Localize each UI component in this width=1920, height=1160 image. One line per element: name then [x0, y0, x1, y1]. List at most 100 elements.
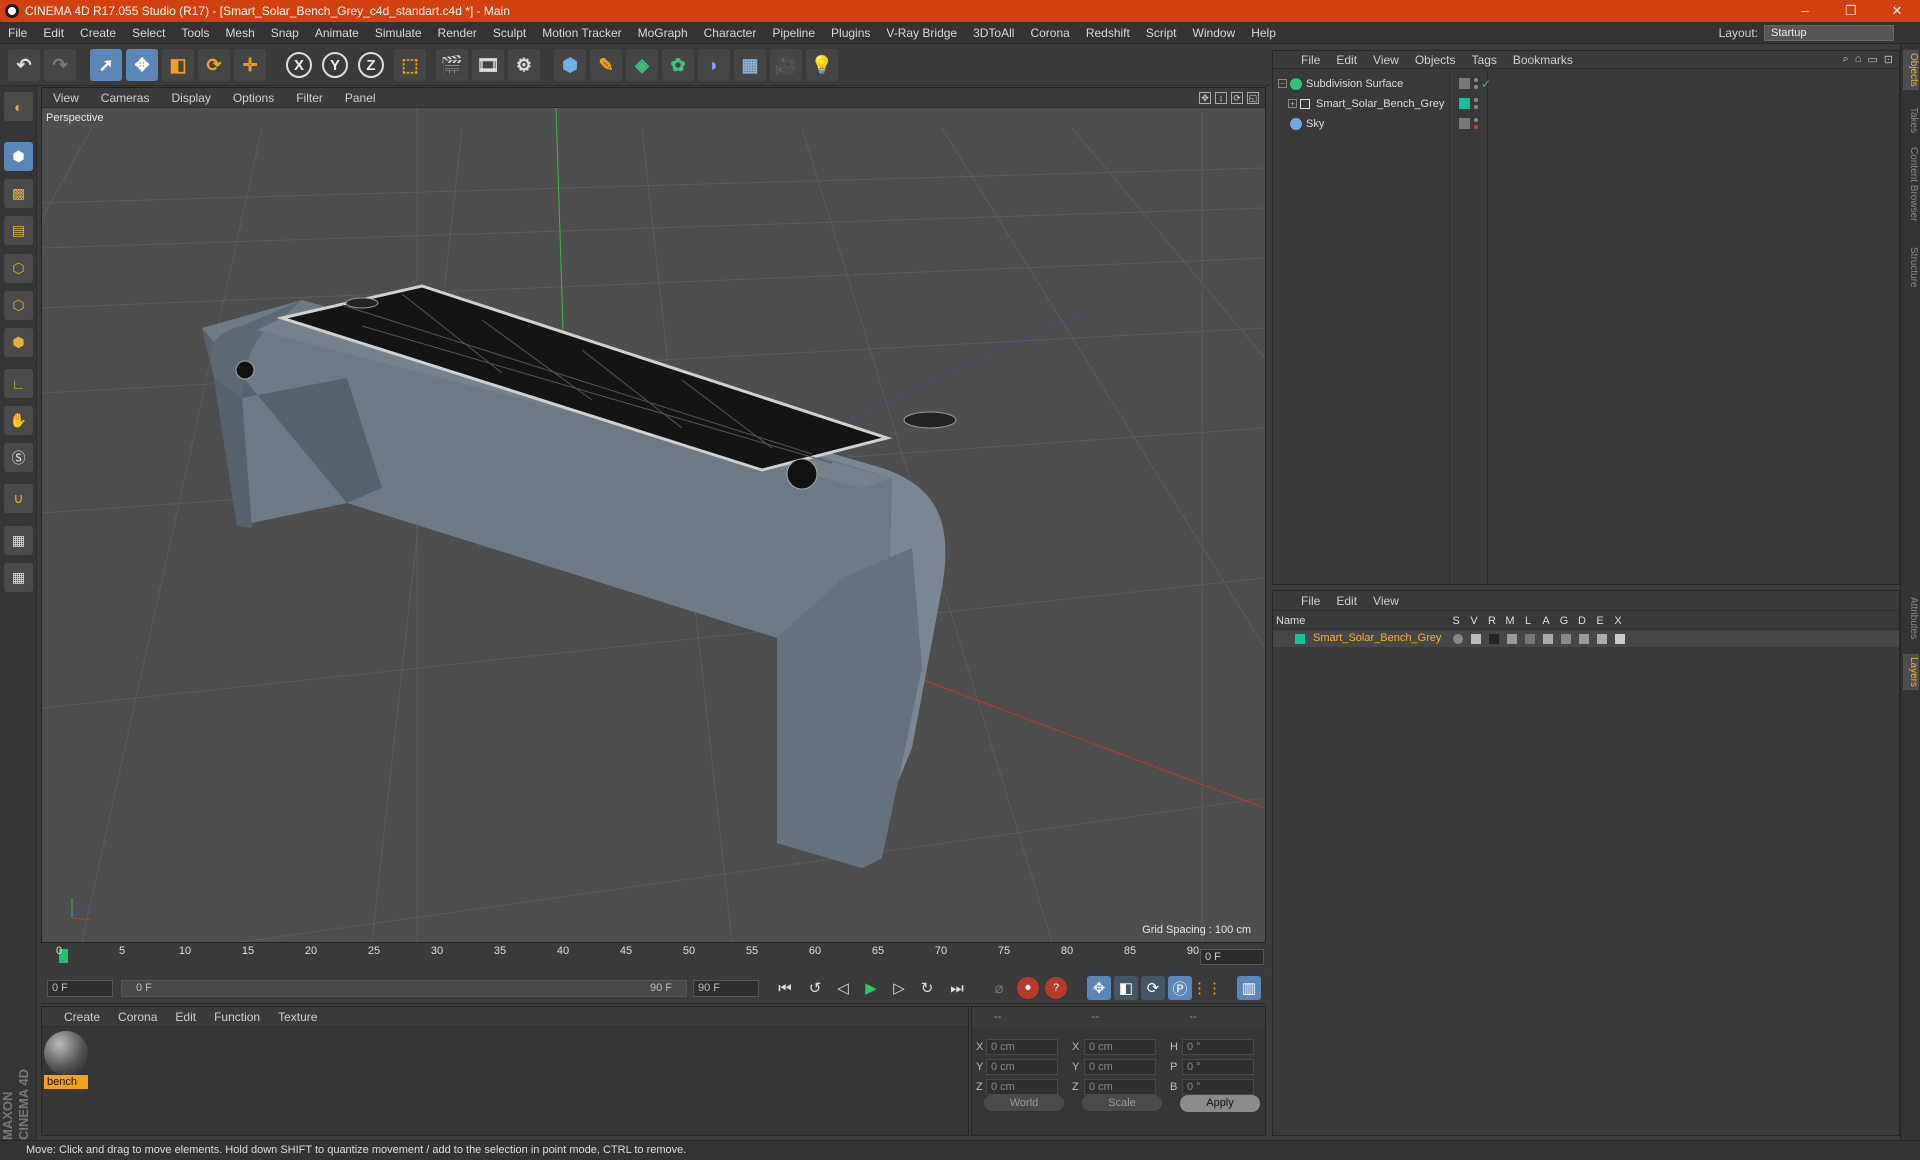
viewport-menu-options[interactable]: Options	[222, 91, 285, 105]
view-eye-icon[interactable]	[1471, 634, 1481, 644]
magnet-icon[interactable]: ∪	[4, 484, 33, 513]
object-menu-bookmarks[interactable]: Bookmarks	[1505, 53, 1581, 67]
size-y-field[interactable]: 0 cm	[1084, 1059, 1156, 1075]
collapse-icon[interactable]: −	[1278, 79, 1287, 88]
workplane-mode-icon[interactable]: ▤	[4, 216, 33, 245]
key-pla-icon[interactable]: ⋮⋮	[1192, 976, 1222, 1000]
generators-icon[interactable]	[1561, 634, 1571, 644]
render-visibility-dot[interactable]	[1474, 105, 1478, 109]
menu-corona[interactable]: Corona	[1022, 26, 1077, 40]
material-menu-texture[interactable]: Texture	[269, 1010, 326, 1024]
menu-select[interactable]: Select	[124, 26, 173, 40]
scale-tool-icon[interactable]: ◧	[162, 49, 194, 81]
pan-view-icon[interactable]: ✥	[1199, 91, 1211, 104]
menu-sculpt[interactable]: Sculpt	[485, 26, 534, 40]
position-y-field[interactable]: 0 cm	[986, 1059, 1058, 1075]
axis-mode-icon[interactable]: ∟	[4, 369, 33, 398]
menu-redshift[interactable]: Redshift	[1078, 26, 1138, 40]
light-icon[interactable]: 💡	[806, 49, 838, 81]
menu-tools[interactable]: Tools	[173, 26, 217, 40]
rotation-b-field[interactable]: 0 °	[1182, 1079, 1254, 1095]
rotation-p-field[interactable]: 0 °	[1182, 1059, 1254, 1075]
tab-attributes[interactable]: Attributes	[1903, 594, 1919, 642]
subdivision-surface-icon[interactable]: ◈	[626, 49, 658, 81]
menu-mesh[interactable]: Mesh	[217, 26, 262, 40]
deformers-icon[interactable]	[1579, 634, 1589, 644]
polygons-mode-icon[interactable]: ⬢	[4, 328, 33, 357]
material-menu-create[interactable]: Create	[42, 1010, 109, 1024]
object-row-bench[interactable]: + Smart_Solar_Bench_Grey	[1273, 94, 1899, 113]
tab-objects[interactable]: Objects	[1903, 50, 1919, 90]
snap-icon[interactable]: Ⓢ	[4, 443, 33, 472]
current-frame-field[interactable]: 0 F	[1200, 949, 1264, 965]
x-axis-lock-button[interactable]: X	[286, 52, 312, 78]
enabled-check-icon[interactable]: ✓	[1481, 77, 1491, 91]
search-icon[interactable]: ⌕	[1843, 53, 1849, 66]
render-view-icon[interactable]: 🎬	[436, 49, 468, 81]
toggle-layout-icon[interactable]: ◱	[1247, 91, 1259, 104]
deformer-icon[interactable]: ◗	[698, 49, 730, 81]
manager-icon[interactable]	[1507, 634, 1517, 644]
z-axis-lock-button[interactable]: Z	[358, 52, 384, 78]
floor-object-icon[interactable]: ▦	[734, 49, 766, 81]
layer-menu-view[interactable]: View	[1365, 594, 1407, 608]
material-menu-function[interactable]: Function	[205, 1010, 269, 1024]
layer-color-swatch[interactable]	[1295, 634, 1305, 644]
layer-row[interactable]: Smart_Solar_Bench_Grey	[1273, 631, 1899, 647]
menu-window[interactable]: Window	[1185, 26, 1244, 40]
tab-content-browser[interactable]: Content Browser	[1903, 144, 1919, 224]
y-axis-lock-button[interactable]: Y	[322, 52, 348, 78]
object-row-sky[interactable]: Sky	[1273, 114, 1899, 133]
size-z-field[interactable]: 0 cm	[1084, 1079, 1156, 1095]
expand-icon[interactable]: +	[1288, 99, 1297, 108]
record-keys-off-icon[interactable]: ⌀	[987, 976, 1011, 1000]
camera-icon[interactable]: 🎥	[770, 49, 802, 81]
preview-range-slider[interactable]: 0 F 90 F	[121, 980, 687, 997]
layer-menu-file[interactable]: File	[1293, 594, 1328, 608]
home-icon[interactable]: ⌂	[1855, 53, 1862, 66]
cube-object-icon[interactable]: ⬢	[554, 49, 586, 81]
texture-mode-icon[interactable]: ▩	[4, 179, 33, 208]
undo-icon[interactable]: ↶	[8, 49, 40, 81]
go-to-end-icon[interactable]: ⏭	[945, 976, 969, 1000]
render-visibility-dot[interactable]	[1474, 125, 1478, 129]
close-button[interactable]: ✕	[1874, 3, 1920, 19]
move-tool-icon[interactable]: ✥	[126, 49, 158, 81]
position-z-field[interactable]: 0 cm	[986, 1079, 1058, 1095]
menu-help[interactable]: Help	[1243, 26, 1284, 40]
object-row-subdivision-surface[interactable]: − Subdivision Surface ✓	[1273, 74, 1899, 93]
timeline[interactable]: 0 5 10 15 20 25 30 35 40 45 50 55 60 65 …	[41, 943, 1266, 969]
viewport-menu-view[interactable]: View	[42, 91, 90, 105]
viewport-menu-cameras[interactable]: Cameras	[90, 91, 161, 105]
previous-key-icon[interactable]: ↺	[803, 976, 827, 1000]
tweak-mode-icon[interactable]: ✋	[4, 406, 33, 435]
menu-simulate[interactable]: Simulate	[367, 26, 430, 40]
lock-icon[interactable]: ▭	[1867, 53, 1877, 66]
maximize-button[interactable]: ❐	[1828, 3, 1874, 19]
tab-structure[interactable]: Structure	[1903, 244, 1919, 291]
make-editable-icon[interactable]: ◐	[4, 92, 33, 121]
timeline-window-icon[interactable]: ▥	[1237, 976, 1261, 1000]
menu-3dtoall[interactable]: 3DToAll	[965, 26, 1022, 40]
object-menu-tags[interactable]: Tags	[1464, 53, 1505, 67]
layout-select[interactable]: Startup	[1764, 24, 1894, 41]
object-menu-edit[interactable]: Edit	[1328, 53, 1365, 67]
start-frame-field[interactable]: 0 F	[47, 980, 113, 997]
autokey-icon[interactable]: ?	[1045, 977, 1067, 999]
material-menu-edit[interactable]: Edit	[166, 1010, 205, 1024]
new-window-icon[interactable]: ⊡	[1884, 53, 1893, 66]
orbit-view-icon[interactable]: ⟳	[1231, 91, 1243, 104]
cloner-icon[interactable]: ✿	[662, 49, 694, 81]
editor-visibility-dot[interactable]	[1474, 78, 1478, 82]
menu-file[interactable]: File	[0, 26, 35, 40]
menu-vray-bridge[interactable]: V-Ray Bridge	[878, 26, 965, 40]
editor-visibility-dot[interactable]	[1474, 118, 1478, 122]
key-rotation-icon[interactable]: ⟳	[1141, 976, 1165, 1000]
viewport-menu-display[interactable]: Display	[160, 91, 221, 105]
viewport-menu-filter[interactable]: Filter	[285, 91, 334, 105]
menu-edit[interactable]: Edit	[35, 26, 72, 40]
object-menu-file[interactable]: File	[1293, 53, 1328, 67]
tab-layers[interactable]: Layers	[1903, 654, 1919, 691]
render-clapper-icon[interactable]	[1489, 634, 1499, 644]
key-scale-icon[interactable]: ◧	[1114, 976, 1138, 1000]
